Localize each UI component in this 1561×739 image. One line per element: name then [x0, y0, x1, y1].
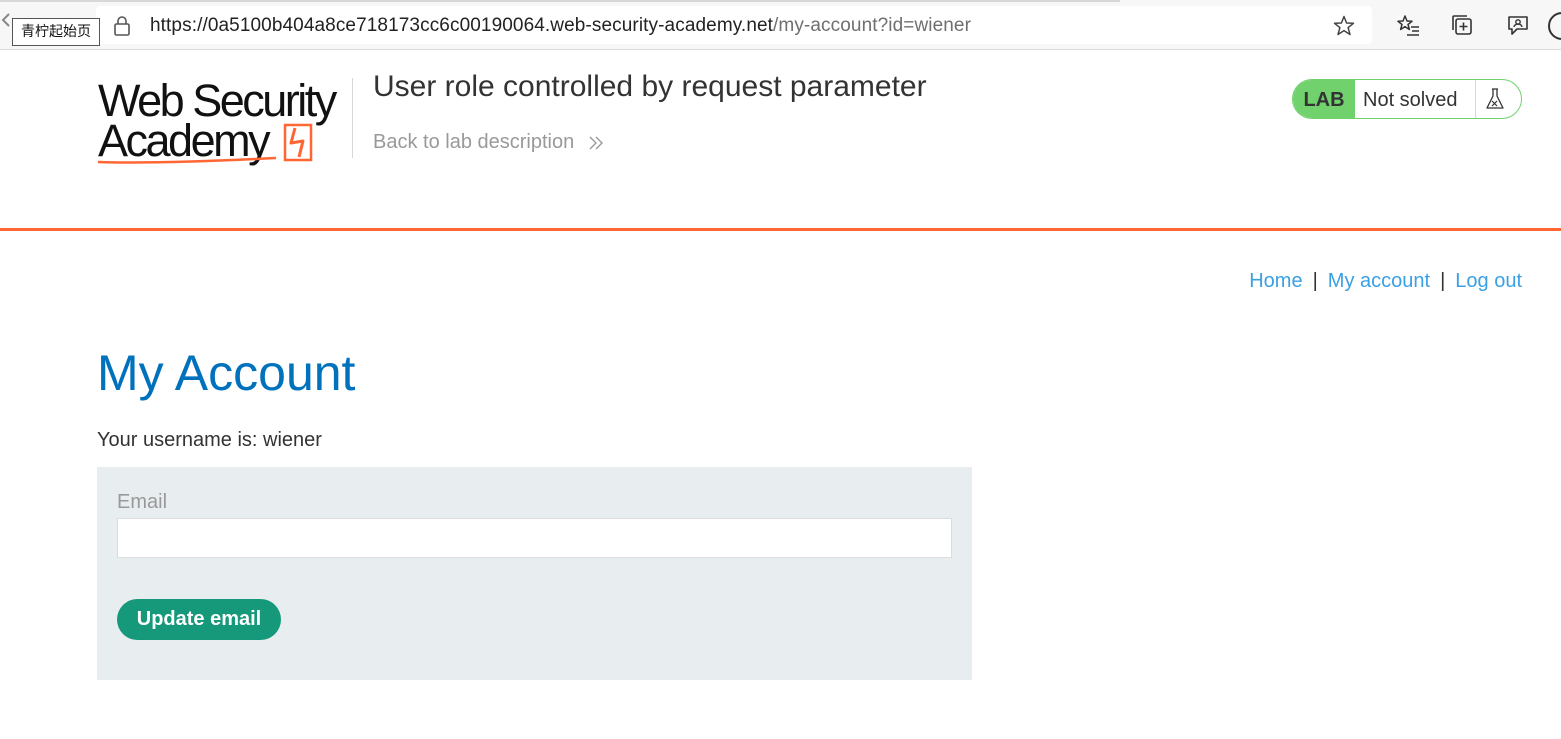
lab-status-text: Not solved [1363, 89, 1458, 111]
nav-my-account-link[interactable]: My account [1328, 270, 1430, 292]
nav-home-link[interactable]: Home [1249, 270, 1302, 292]
update-email-button[interactable]: Update email [117, 599, 281, 640]
feedback-icon[interactable] [1505, 13, 1531, 39]
tab-strip-edge [0, 0, 1120, 2]
back-to-lab-description-link[interactable]: Back to lab description [373, 131, 604, 154]
lock-icon[interactable] [112, 15, 132, 36]
address-bar[interactable]: https://0a5100b404a8ce718173cc6c00190064… [96, 6, 1372, 44]
double-chevron-right-icon [589, 136, 603, 150]
top-nav: Home | My account | Log out [1249, 270, 1522, 293]
nav-separator: | [1312, 270, 1318, 292]
email-label: Email [117, 491, 168, 513]
back-icon[interactable] [0, 10, 10, 40]
lab-status-widget: LAB Not solved [1292, 79, 1522, 119]
url-base: https://0a5100b404a8ce718173cc6c00190064… [150, 15, 774, 36]
nav-log-out-link[interactable]: Log out [1455, 270, 1522, 292]
logo-bolt-icon [98, 123, 313, 164]
page-title: My Account [97, 345, 356, 401]
flask-icon [1486, 88, 1504, 109]
favorite-star-icon[interactable] [1332, 14, 1356, 38]
back-link-label: Back to lab description [373, 131, 575, 153]
nav-separator: | [1440, 270, 1446, 292]
browser-toolbar: https://0a5100b404a8ce718173cc6c00190064… [0, 0, 1561, 50]
update-email-form: Email Update email [97, 467, 972, 680]
url-path: /my-account?id=wiener [773, 15, 972, 36]
lab-tag: LAB [1293, 80, 1355, 118]
username-text: Your username is: wiener [97, 429, 322, 451]
email-field[interactable] [117, 518, 952, 558]
profile-icon[interactable] [1548, 12, 1561, 40]
status-separator [1475, 80, 1476, 118]
collections-icon[interactable] [1450, 13, 1476, 39]
favorites-list-icon[interactable] [1395, 13, 1421, 39]
header-accent-rule [0, 228, 1561, 231]
bookmark-tooltip: 青柠起始页 [12, 18, 100, 46]
header-divider [352, 78, 353, 158]
lab-title: User role controlled by request paramete… [373, 70, 927, 103]
url-text[interactable]: https://0a5100b404a8ce718173cc6c00190064… [150, 15, 971, 37]
